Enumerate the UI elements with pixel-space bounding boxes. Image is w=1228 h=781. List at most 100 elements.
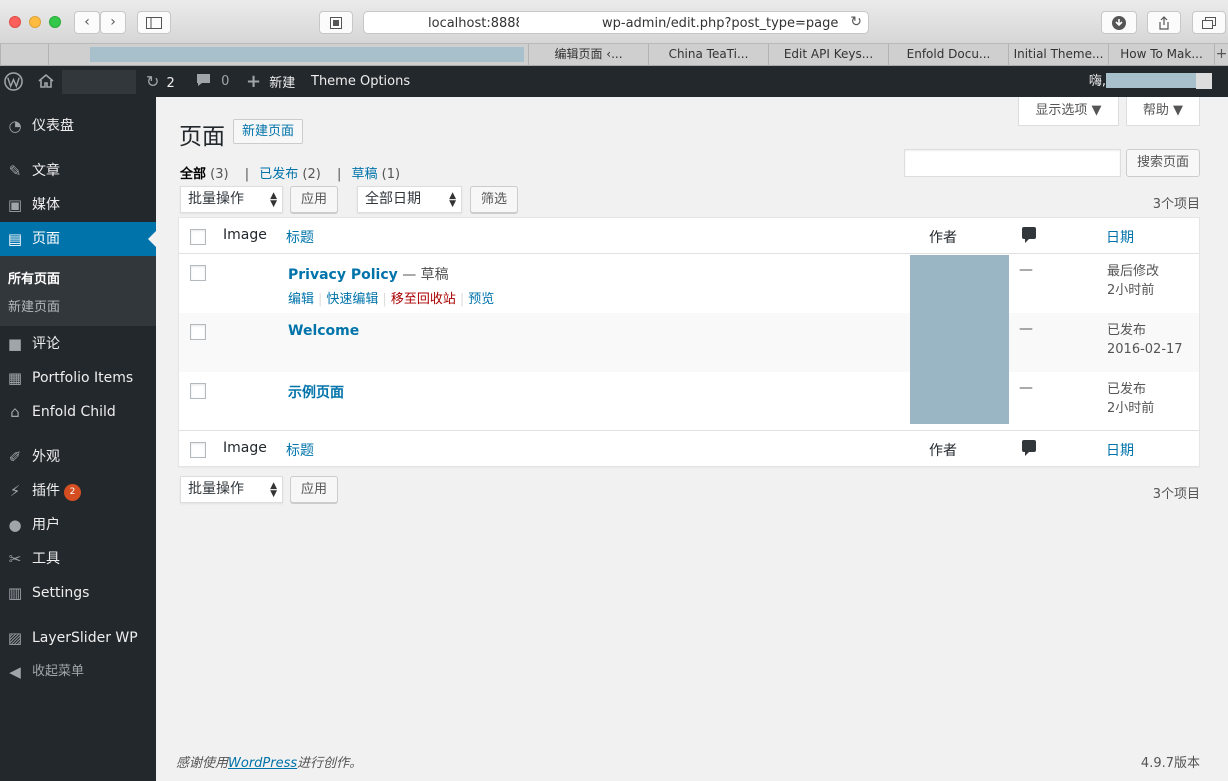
row-title-link[interactable]: Privacy Policy	[288, 267, 398, 283]
action-separator: |	[459, 292, 465, 307]
site-home-icon[interactable]	[38, 66, 58, 97]
browser-tab[interactable]: Edit API Keys...	[768, 44, 888, 66]
column-title[interactable]: 标题	[286, 227, 314, 247]
preview-link[interactable]: 预览	[468, 292, 494, 307]
view-draft-count: (1)	[381, 167, 401, 182]
apply-button[interactable]: 应用	[290, 186, 338, 213]
browser-tab[interactable]: Initial Theme...	[1008, 44, 1108, 66]
comment-bubble-icon	[197, 74, 210, 86]
filter-button[interactable]: 筛选	[470, 186, 518, 213]
comments-item[interactable]: 0	[196, 66, 229, 97]
comment-icon: ■	[7, 335, 23, 353]
updates-count: 2	[166, 76, 175, 91]
select-all-checkbox[interactable]	[190, 229, 206, 245]
tabs-overview-button[interactable]	[1192, 11, 1226, 34]
share-button[interactable]	[1147, 11, 1181, 34]
address-bar[interactable]: localhost:8888/ wp-admin/edit.php?post_t…	[363, 11, 869, 34]
forward-button[interactable]: ›	[100, 11, 126, 34]
column-date[interactable]: 日期	[1106, 440, 1134, 460]
sidebar-item-comments[interactable]: ■ 评论	[0, 327, 156, 361]
sidebar-item-appearance[interactable]: ✐ 外观	[0, 440, 156, 474]
sidebar-item-label: Enfold Child	[32, 404, 116, 420]
updates-item[interactable]: ↻ 2	[146, 66, 175, 97]
view-all[interactable]: 全部	[180, 167, 206, 182]
screen-options-button[interactable]: 显示选项 ▼	[1018, 97, 1119, 126]
date-filter-select[interactable]: 全部日期 ▲ ▼	[357, 186, 462, 213]
sidebar-item-label: Portfolio Items	[32, 370, 134, 386]
date-cell: 最后修改 2小时前	[1107, 262, 1159, 300]
browser-tab[interactable]: 编辑页面 ‹...	[528, 44, 648, 66]
sidebar-item-dashboard[interactable]: ◔ 仪表盘	[0, 109, 156, 143]
wrench-icon: ✂	[8, 550, 22, 568]
sidebar-item-tools[interactable]: ✂ 工具	[0, 542, 156, 576]
browser-tab[interactable]: Enfold Docu...	[888, 44, 1008, 66]
quick-edit-link[interactable]: 快速编辑	[326, 292, 378, 307]
edit-link[interactable]: 编辑	[288, 292, 314, 307]
row-title-cell: Privacy Policy — 草稿	[288, 264, 449, 284]
new-tab-icon[interactable]: +	[1214, 44, 1228, 66]
sidebar-item-posts[interactable]: ✎ 文章	[0, 154, 156, 188]
downloads-button[interactable]	[1101, 11, 1137, 34]
submenu-add-page[interactable]: 新建页面	[8, 296, 60, 315]
date-cell: 已发布 2016-02-17	[1107, 321, 1183, 359]
sidebar-item-settings[interactable]: ▥ Settings	[0, 576, 156, 610]
new-content-menu[interactable]: + 新建	[246, 66, 295, 97]
minimize-window-button[interactable]	[29, 16, 41, 28]
search-input[interactable]	[904, 149, 1121, 177]
page-icon: ▤	[7, 230, 23, 248]
sidebar-item-media[interactable]: ▣ 媒体	[0, 188, 156, 222]
redacted-site-name	[62, 70, 136, 94]
bulk-actions-select[interactable]: 批量操作 ▲ ▼	[180, 186, 283, 213]
row-title-link[interactable]: 示例页面	[288, 385, 344, 401]
sidebar-toggle-button[interactable]	[137, 11, 171, 34]
column-date[interactable]: 日期	[1106, 227, 1134, 247]
search-pages-button[interactable]: 搜索页面	[1126, 149, 1200, 177]
browser-toolbar: ‹ › localhost:8888/ wp-admin/edit.php?po…	[0, 0, 1228, 44]
sidebar-item-portfolio[interactable]: ▦ Portfolio Items	[0, 361, 156, 395]
wordpress-link[interactable]: WordPress	[228, 756, 297, 771]
browser-tab[interactable]: How To Mak...	[1108, 44, 1214, 66]
add-new-page-button[interactable]: 新建页面	[233, 119, 304, 144]
main-content: 显示选项 ▼ 帮助 ▼ 页面 新建页面 全部 (3) | 已发布 (2) | 草…	[156, 97, 1228, 781]
reader-button[interactable]	[319, 11, 353, 34]
date-status: 最后修改	[1107, 264, 1160, 279]
table-row: Privacy Policy — 草稿 编辑 | 快速编辑 | 移至回收站 | 预览 — 最…	[179, 254, 1199, 313]
theme-options-link[interactable]: Theme Options	[311, 66, 410, 97]
trash-link[interactable]: 移至回收站	[391, 292, 456, 307]
row-checkbox[interactable]	[190, 324, 206, 340]
back-button[interactable]: ‹	[74, 11, 100, 34]
sidebar-item-plugins[interactable]: ⚡ 插件 2	[0, 474, 156, 508]
bulk-actions-select-bottom[interactable]: 批量操作 ▲ ▼	[180, 476, 283, 503]
select-all-checkbox-bottom[interactable]	[190, 442, 206, 458]
apply-button-bottom[interactable]: 应用	[290, 476, 338, 503]
sidebar-item-label: Settings	[32, 585, 90, 601]
sidebar-item-label: 评论	[32, 336, 60, 352]
close-window-button[interactable]	[9, 16, 21, 28]
url-path: wp-admin/edit.php?post_type=page	[602, 16, 839, 31]
wordpress-logo-icon[interactable]	[4, 66, 28, 97]
browser-tab[interactable]: China TeaTi...	[648, 44, 768, 66]
view-separator: |	[244, 167, 250, 182]
pinned-tab[interactable]	[48, 44, 76, 66]
avatar[interactable]	[1196, 73, 1212, 89]
reload-icon[interactable]: ↻	[850, 14, 862, 30]
sidebar-item-pages[interactable]: ▤ 页面	[0, 222, 156, 256]
pinned-tab[interactable]	[0, 44, 48, 66]
row-title-cell: 示例页面	[288, 382, 344, 402]
sidebar-item-users[interactable]: ● 用户	[0, 508, 156, 542]
row-checkbox[interactable]	[190, 265, 206, 281]
help-button[interactable]: 帮助 ▼	[1126, 97, 1200, 126]
view-draft[interactable]: 草稿	[352, 167, 378, 182]
row-title-link[interactable]: Welcome	[288, 323, 359, 339]
sidebar-item-layerslider[interactable]: ▨ LayerSlider WP	[0, 621, 156, 655]
row-checkbox[interactable]	[190, 383, 206, 399]
media-icon: ▣	[7, 196, 23, 214]
view-published[interactable]: 已发布	[259, 167, 298, 182]
action-separator: |	[382, 292, 387, 307]
sidebar-item-label: 外观	[32, 449, 60, 465]
collapse-menu-button[interactable]: ◀ 收起菜单	[0, 655, 156, 689]
sidebar-item-enfold-child[interactable]: ⌂ Enfold Child	[0, 395, 156, 429]
column-title[interactable]: 标题	[286, 440, 314, 460]
zoom-window-button[interactable]	[49, 16, 61, 28]
submenu-all-pages[interactable]: 所有页面	[8, 268, 60, 287]
